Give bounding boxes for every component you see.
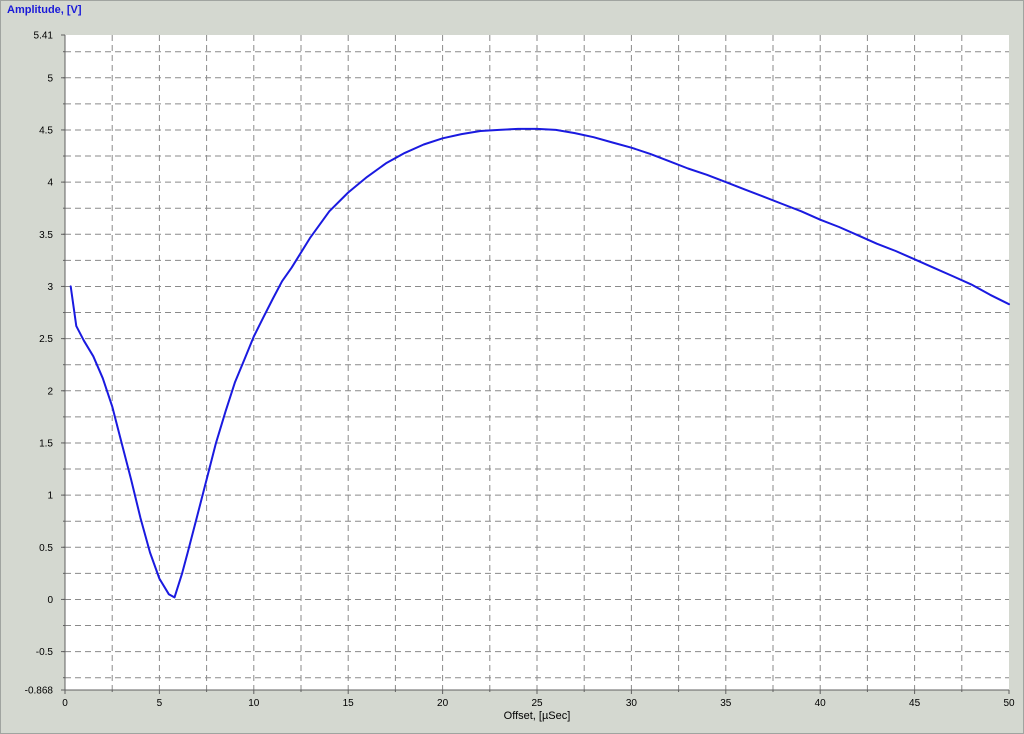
y-tick-label: 2.5 [39, 334, 53, 345]
x-tick-label: 5 [157, 698, 163, 709]
chart-panel: Amplitude, [V] -0.868 -0.5 0 0.5 1 1.5 2 2.5 3 3.… [0, 0, 1024, 734]
plot-area [65, 35, 1009, 690]
x-tick-label: 10 [248, 698, 260, 709]
y-tick-label: 1.5 [39, 438, 53, 449]
y-tick-label: 1 [47, 491, 53, 502]
x-axis-title: Offset, [µSec] [504, 710, 571, 722]
x-tick-label: 45 [909, 698, 921, 709]
x-tick-label: 50 [1003, 698, 1015, 709]
y-tick-label: -0.5 [36, 647, 54, 658]
y-tick-label: 5.41 [34, 31, 54, 42]
y-tick-label: 0 [47, 595, 53, 606]
x-tick-label: 35 [720, 698, 732, 709]
y-tick-label: 3 [47, 282, 53, 293]
x-tick-label: 25 [531, 698, 543, 709]
chart-svg: -0.868 -0.5 0 0.5 1 1.5 2 2.5 3 3.5 4 4.5 5 5.41 0 5 10 1… [25, 31, 1015, 723]
y-tick-label: 4 [47, 178, 53, 189]
y-tick-label: -0.868 [25, 686, 54, 697]
x-tick-label: 20 [437, 698, 449, 709]
y-tick-label: 3.5 [39, 230, 53, 241]
y-tick-label: 2 [47, 386, 53, 397]
x-tick-label: 15 [343, 698, 355, 709]
y-tick-label: 4.5 [39, 125, 53, 136]
x-tick-label: 40 [815, 698, 827, 709]
y-tick-label: 5 [47, 73, 53, 84]
x-tick-label: 30 [626, 698, 638, 709]
x-tick-label: 0 [62, 698, 68, 709]
y-tick-label: 0.5 [39, 543, 53, 554]
